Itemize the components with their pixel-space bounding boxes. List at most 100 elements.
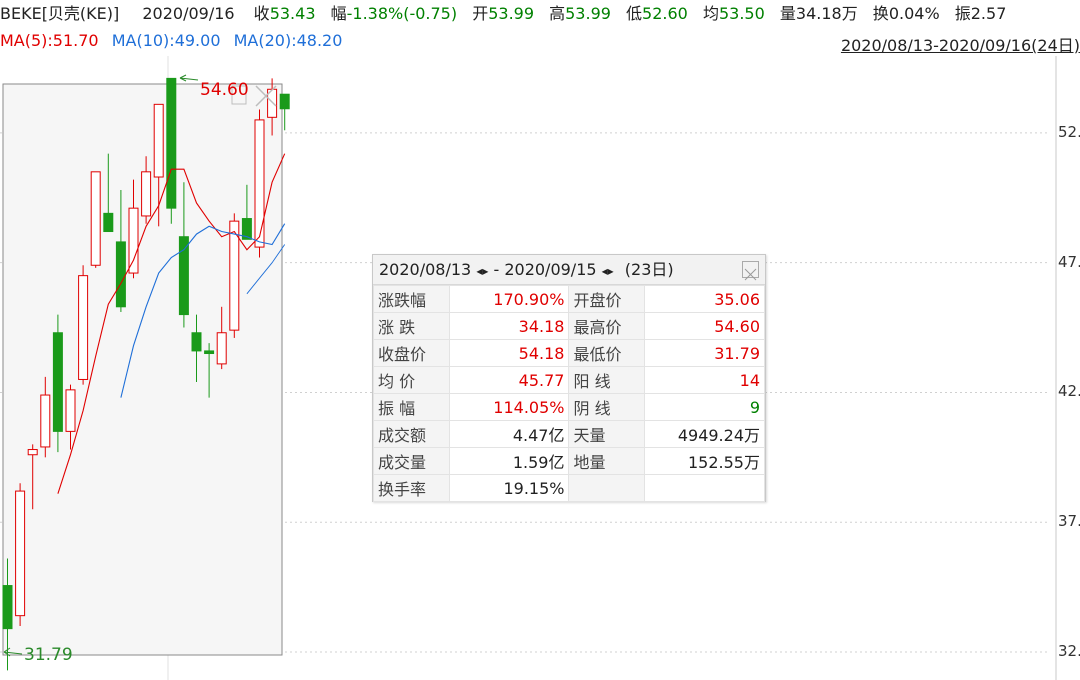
candle-body (216, 332, 227, 365)
candle (15, 483, 26, 627)
popup-start-date: 2020/08/13 (379, 260, 472, 279)
low-annotation: 31.79 (24, 645, 73, 665)
table-row: 涨跌幅 170.90% 开盘价 35.06 (373, 285, 765, 313)
prev-next-icon[interactable]: ◂▸ (602, 264, 614, 278)
candle-body (204, 350, 215, 355)
candle-body (52, 332, 63, 432)
candle (90, 171, 101, 268)
candle-body (178, 236, 189, 316)
stat-label: 振 幅 (373, 393, 450, 421)
stat-value: 1.59亿 (448, 447, 570, 475)
candle-body (65, 389, 76, 432)
candle-body (40, 394, 51, 448)
candle-body (229, 220, 240, 331)
stat-label: 天量 (568, 420, 646, 448)
table-row: 成交额 4.47亿 天量 4949.24万 (373, 420, 765, 448)
y-tick-label: 32. (1058, 642, 1080, 660)
stat-value: 14 (644, 366, 765, 394)
stat-label: 最低价 (568, 339, 646, 367)
avg-label: 均 (702, 4, 719, 23)
popup-end-date: 2020/09/15 (504, 260, 597, 279)
ma10-legend: MA(10):49.00 (111, 31, 221, 50)
candle-body (191, 332, 202, 352)
candle (166, 77, 177, 224)
stat-label: 最高价 (568, 312, 646, 340)
table-row: 换手率 19.15% (373, 474, 765, 502)
high-label: 高 (549, 4, 566, 23)
volume-value: 34.18万 (795, 4, 858, 23)
ma-legend: MA(5):51.70 MA(10):49.00 MA(20):48.20 (0, 28, 350, 54)
stat-label: 阳 线 (568, 366, 646, 394)
candle-body (166, 77, 177, 209)
stat-value: 35.06 (644, 285, 765, 313)
open-value: 53.99 (488, 4, 535, 23)
table-row: 收盘价 54.18 最低价 31.79 (373, 339, 765, 367)
stat-value: 4949.24万 (644, 420, 765, 448)
candle-body (115, 241, 126, 308)
stat-value: 34.18 (448, 312, 570, 340)
ma20-legend: MA(20):48.20 (233, 31, 343, 50)
low-value: 52.60 (642, 4, 688, 23)
close-icon[interactable] (742, 261, 759, 281)
date-range-link[interactable]: 2020/08/13-2020/09/16(24日) (841, 32, 1080, 56)
y-tick-label: 37. (1058, 512, 1080, 531)
stat-label: 成交额 (373, 420, 450, 448)
close-value: 53.43 (269, 4, 316, 23)
y-tick-label: 42. (1058, 382, 1080, 401)
stat-value: 19.15% (448, 474, 570, 502)
volume-label: 量 (779, 4, 796, 23)
stat-value: 4.47亿 (448, 420, 570, 448)
quote-header: BEKE[贝壳(KE)] 2020/09/16 收53.43 幅-1.38%(-… (0, 0, 1080, 28)
stats-table: 涨跌幅 170.90% 开盘价 35.06 涨 跌 34.18 最高价 54.60 收盘价 54.… (373, 285, 765, 502)
popup-days: (23日) (624, 260, 674, 279)
table-row: 成交量 1.59亿 地量 152.55万 (373, 447, 765, 475)
amplitude-label: 振 (954, 4, 971, 23)
candle-body (103, 212, 114, 233)
high-marker-arrow (179, 74, 199, 82)
candle-body (27, 449, 38, 456)
turnover-label: 换 (872, 4, 889, 23)
stat-value: 114.05% (448, 393, 570, 421)
stat-label: 均 价 (373, 366, 450, 394)
stat-value: 31.79 (644, 339, 765, 367)
change-value: -1.38%(-0.75) (346, 4, 458, 23)
stat-label: 涨跌幅 (373, 285, 450, 313)
amplitude-value: 2.57 (970, 4, 1007, 23)
candle-body (15, 490, 26, 617)
avg-value: 53.50 (718, 4, 765, 23)
candle (78, 265, 89, 385)
y-tick-label: 47. (1058, 252, 1080, 271)
candle (52, 314, 63, 453)
candle-body (78, 275, 89, 380)
stat-label: 涨 跌 (373, 312, 450, 340)
stat-value: 152.55万 (644, 447, 765, 475)
popup-title: 2020/08/13 ◂▸ - 2020/09/15 ◂▸ (23日) (373, 255, 765, 285)
candle-body (90, 171, 101, 266)
range-stats-popup[interactable]: 2020/08/13 ◂▸ - 2020/09/15 ◂▸ (23日) 涨跌幅 1… (372, 254, 766, 502)
stat-value: 54.60 (644, 312, 765, 340)
candle-body (254, 119, 265, 248)
candle-body (141, 171, 152, 217)
stat-label: 开盘价 (568, 285, 646, 313)
open-label: 开 (472, 4, 489, 23)
stat-label (568, 474, 646, 502)
stat-value: 45.77 (448, 366, 570, 394)
stat-value: 170.90% (448, 285, 570, 313)
stat-label: 收盘价 (373, 339, 450, 367)
y-tick-label: 52. (1058, 122, 1080, 141)
low-label: 低 (626, 4, 643, 23)
stat-value (644, 474, 765, 502)
close-label: 收 (253, 4, 270, 23)
change-label: 幅 (330, 4, 347, 23)
stat-label: 阴 线 (568, 393, 646, 421)
table-row: 均 价 45.77 阳 线 14 (373, 366, 765, 394)
table-row: 涨 跌 34.18 最高价 54.60 (373, 312, 765, 340)
stat-value: 9 (644, 393, 765, 421)
table-row: 振 幅 114.05% 阴 线9 (373, 393, 765, 421)
candle-body (153, 103, 164, 178)
high-annotation: 54.60 (200, 80, 249, 100)
candle-body (2, 585, 13, 630)
candle-body (128, 207, 139, 274)
ma5-legend: MA(5):51.70 (0, 31, 99, 50)
prev-next-icon[interactable]: ◂▸ (476, 264, 488, 278)
